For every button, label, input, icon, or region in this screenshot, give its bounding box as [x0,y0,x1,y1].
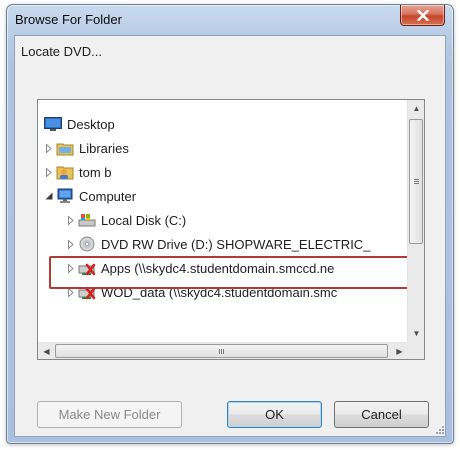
scroll-right-icon[interactable]: ▶ [391,343,408,359]
close-button[interactable] [400,5,445,26]
computer-icon [57,188,73,203]
tree-item-libraries[interactable]: Libraries [44,137,129,159]
make-new-folder-button[interactable]: Make New Folder [37,401,182,428]
scroll-left-icon[interactable]: ◀ [38,343,55,359]
tree-item-label: DVD RW Drive (D:) SHOPWARE_ELECTRIC_ [101,236,371,252]
folder-tree[interactable]: Desktop Libraries tom b Computer Local D… [37,99,425,360]
vertical-scrollbar[interactable]: ▲ ▼ [407,100,424,342]
expand-arrow-icon[interactable] [44,143,54,153]
scroll-up-icon[interactable]: ▲ [408,100,424,117]
expand-arrow-icon[interactable] [66,239,76,249]
vertical-scroll-thumb[interactable] [409,119,423,244]
browse-for-folder-dialog: Browse For Folder Locate DVD... Desktop [6,4,454,444]
horizontal-scrollbar[interactable]: ◀ ▶ [38,342,408,359]
expand-arrow-icon[interactable] [66,215,76,225]
horizontal-scroll-thumb[interactable] [55,344,388,358]
collapse-arrow-icon[interactable] [44,191,54,201]
cancel-button[interactable]: Cancel [334,401,429,428]
close-icon [416,9,429,21]
desktop-icon [44,117,62,131]
local-disk-icon [78,214,96,227]
tree-item-tom-b[interactable]: tom b [44,161,112,183]
user-folder-icon [56,166,74,180]
tree-item-label: tom b [79,164,112,180]
tree-item-label: Libraries [79,140,129,156]
scroll-down-icon[interactable]: ▼ [408,325,424,342]
tree-item-label: Local Disk (C:) [101,212,187,228]
expand-arrow-icon[interactable] [44,167,54,177]
dialog-prompt: Locate DVD... [21,44,102,59]
ok-button[interactable]: OK [227,401,322,428]
scrollbar-corner [407,342,424,359]
tree-item-computer[interactable]: Computer [44,185,136,207]
tree-item-desktop[interactable]: Desktop [44,113,115,135]
tree-item-label: Computer [79,188,137,204]
libraries-icon [56,143,74,156]
annotation-highlight-box [49,256,418,289]
window-title: Browse For Folder [15,12,122,27]
tree-item-dvd-drive[interactable]: DVD RW Drive (D:) SHOPWARE_ELECTRIC_ [66,233,370,255]
title-bar[interactable]: Browse For Folder [7,5,453,35]
tree-item-label: Desktop [67,116,115,132]
dvd-drive-icon [79,236,95,252]
tree-item-local-disk[interactable]: Local Disk (C:) [66,209,186,231]
resize-grip-icon[interactable] [434,424,444,434]
